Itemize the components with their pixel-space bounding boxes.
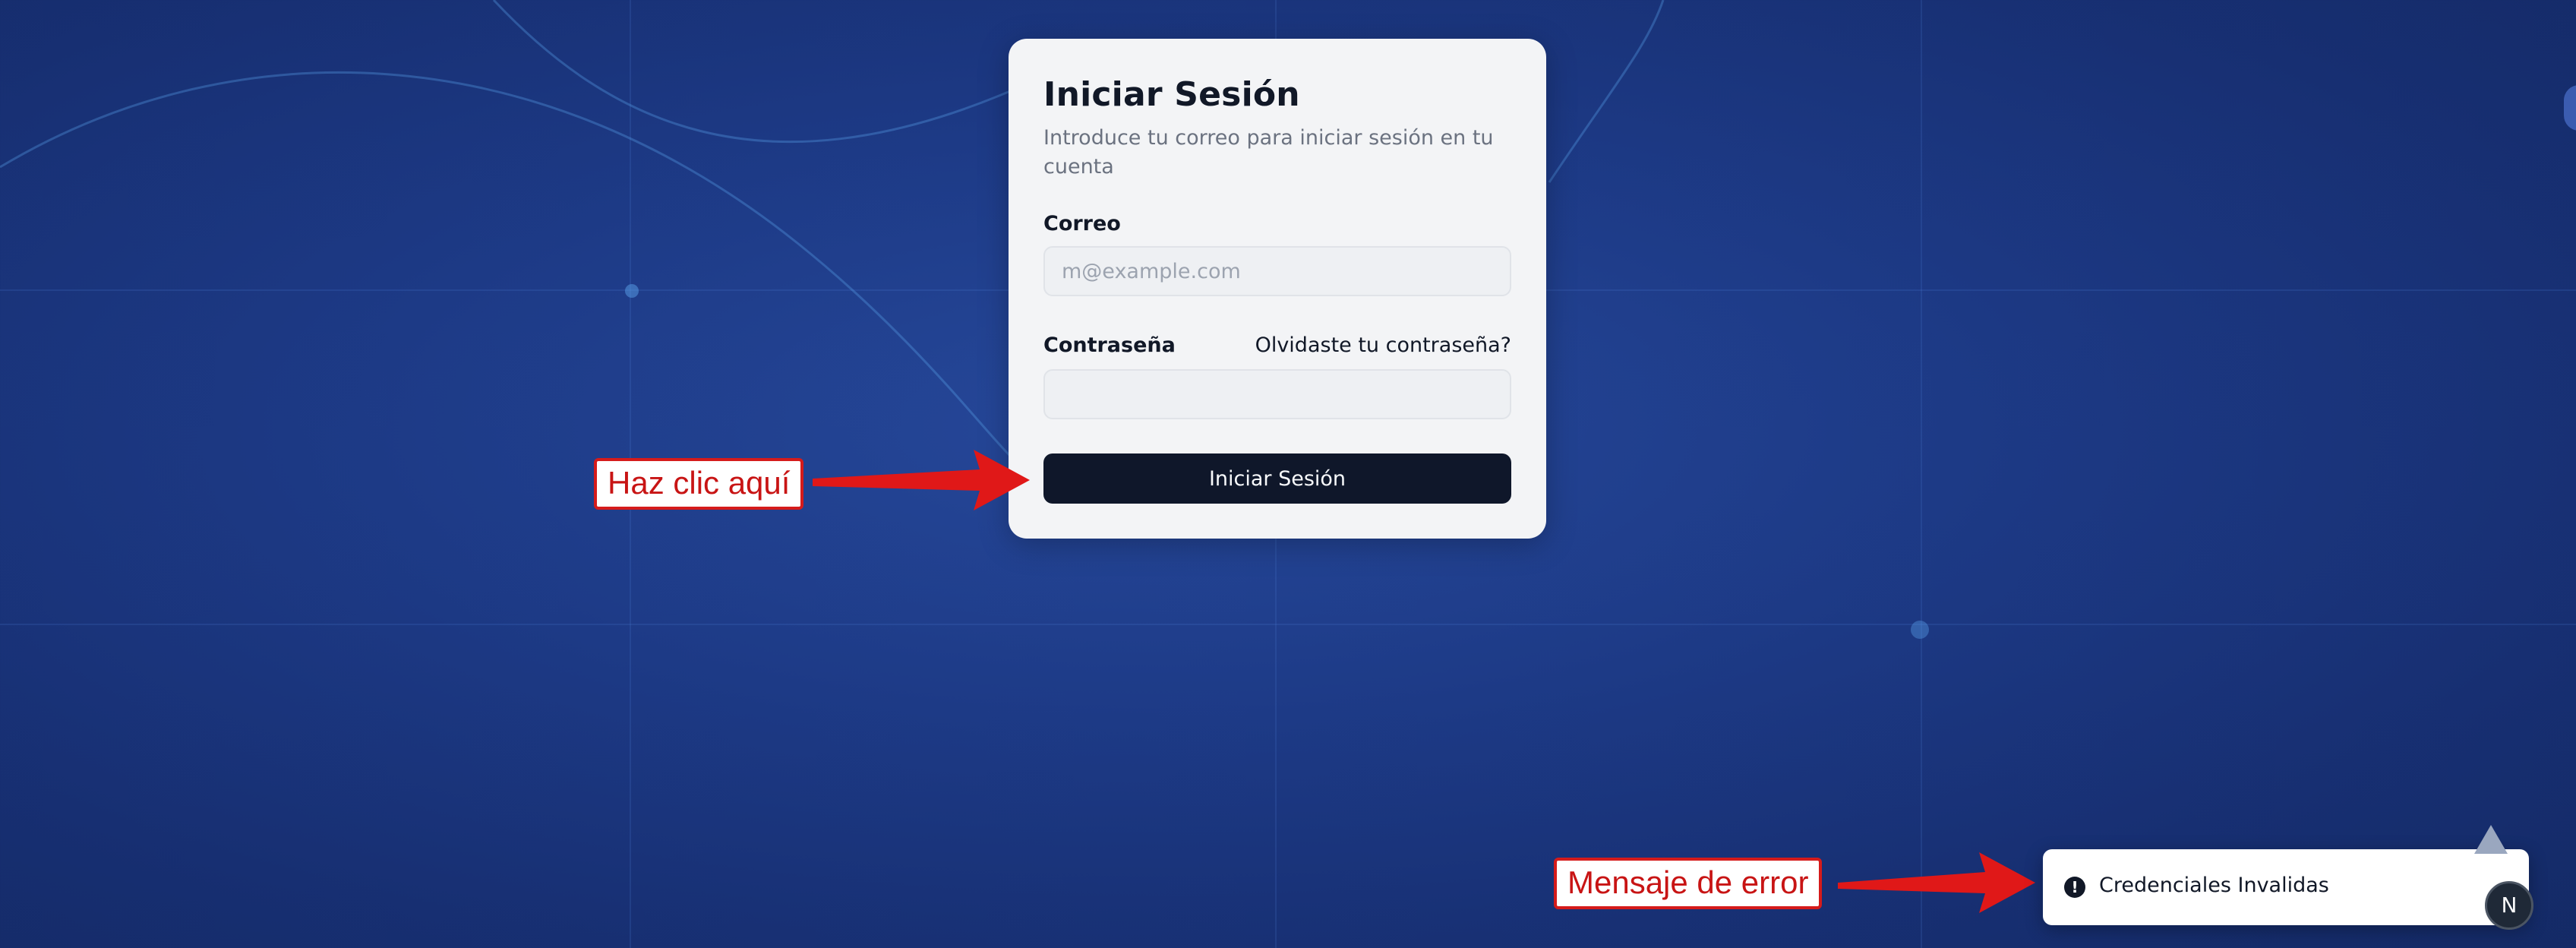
email-label: Correo <box>1043 212 1121 235</box>
login-card: Iniciar Sesión Introduce tu correo para … <box>1009 39 1546 539</box>
error-toast: ! Credenciales Invalidas <box>2043 849 2529 925</box>
forgot-password-link[interactable]: Olvidaste tu contraseña? <box>1255 333 1511 357</box>
click-arrow <box>813 450 1030 510</box>
toast-message: Credenciales Invalidas <box>2099 874 2329 897</box>
password-input[interactable] <box>1043 369 1511 419</box>
login-subtitle: Introduce tu correo para iniciar sesión … <box>1043 126 1494 179</box>
login-title: Iniciar Sesión <box>1043 75 1300 114</box>
password-label: Contraseña <box>1043 333 1176 357</box>
error-message-annotation: Mensaje de error <box>1554 858 1823 909</box>
error-arrow <box>1838 852 2035 913</box>
email-input[interactable] <box>1043 246 1511 296</box>
click-here-annotation: Haz clic aquí <box>594 458 804 510</box>
avatar[interactable]: N <box>2485 881 2533 930</box>
alert-circle-icon: ! <box>2064 877 2085 898</box>
login-submit-button[interactable]: Iniciar Sesión <box>1043 453 1511 504</box>
arrow-up-icon[interactable] <box>2474 825 2508 854</box>
edge-handle <box>2564 85 2576 131</box>
